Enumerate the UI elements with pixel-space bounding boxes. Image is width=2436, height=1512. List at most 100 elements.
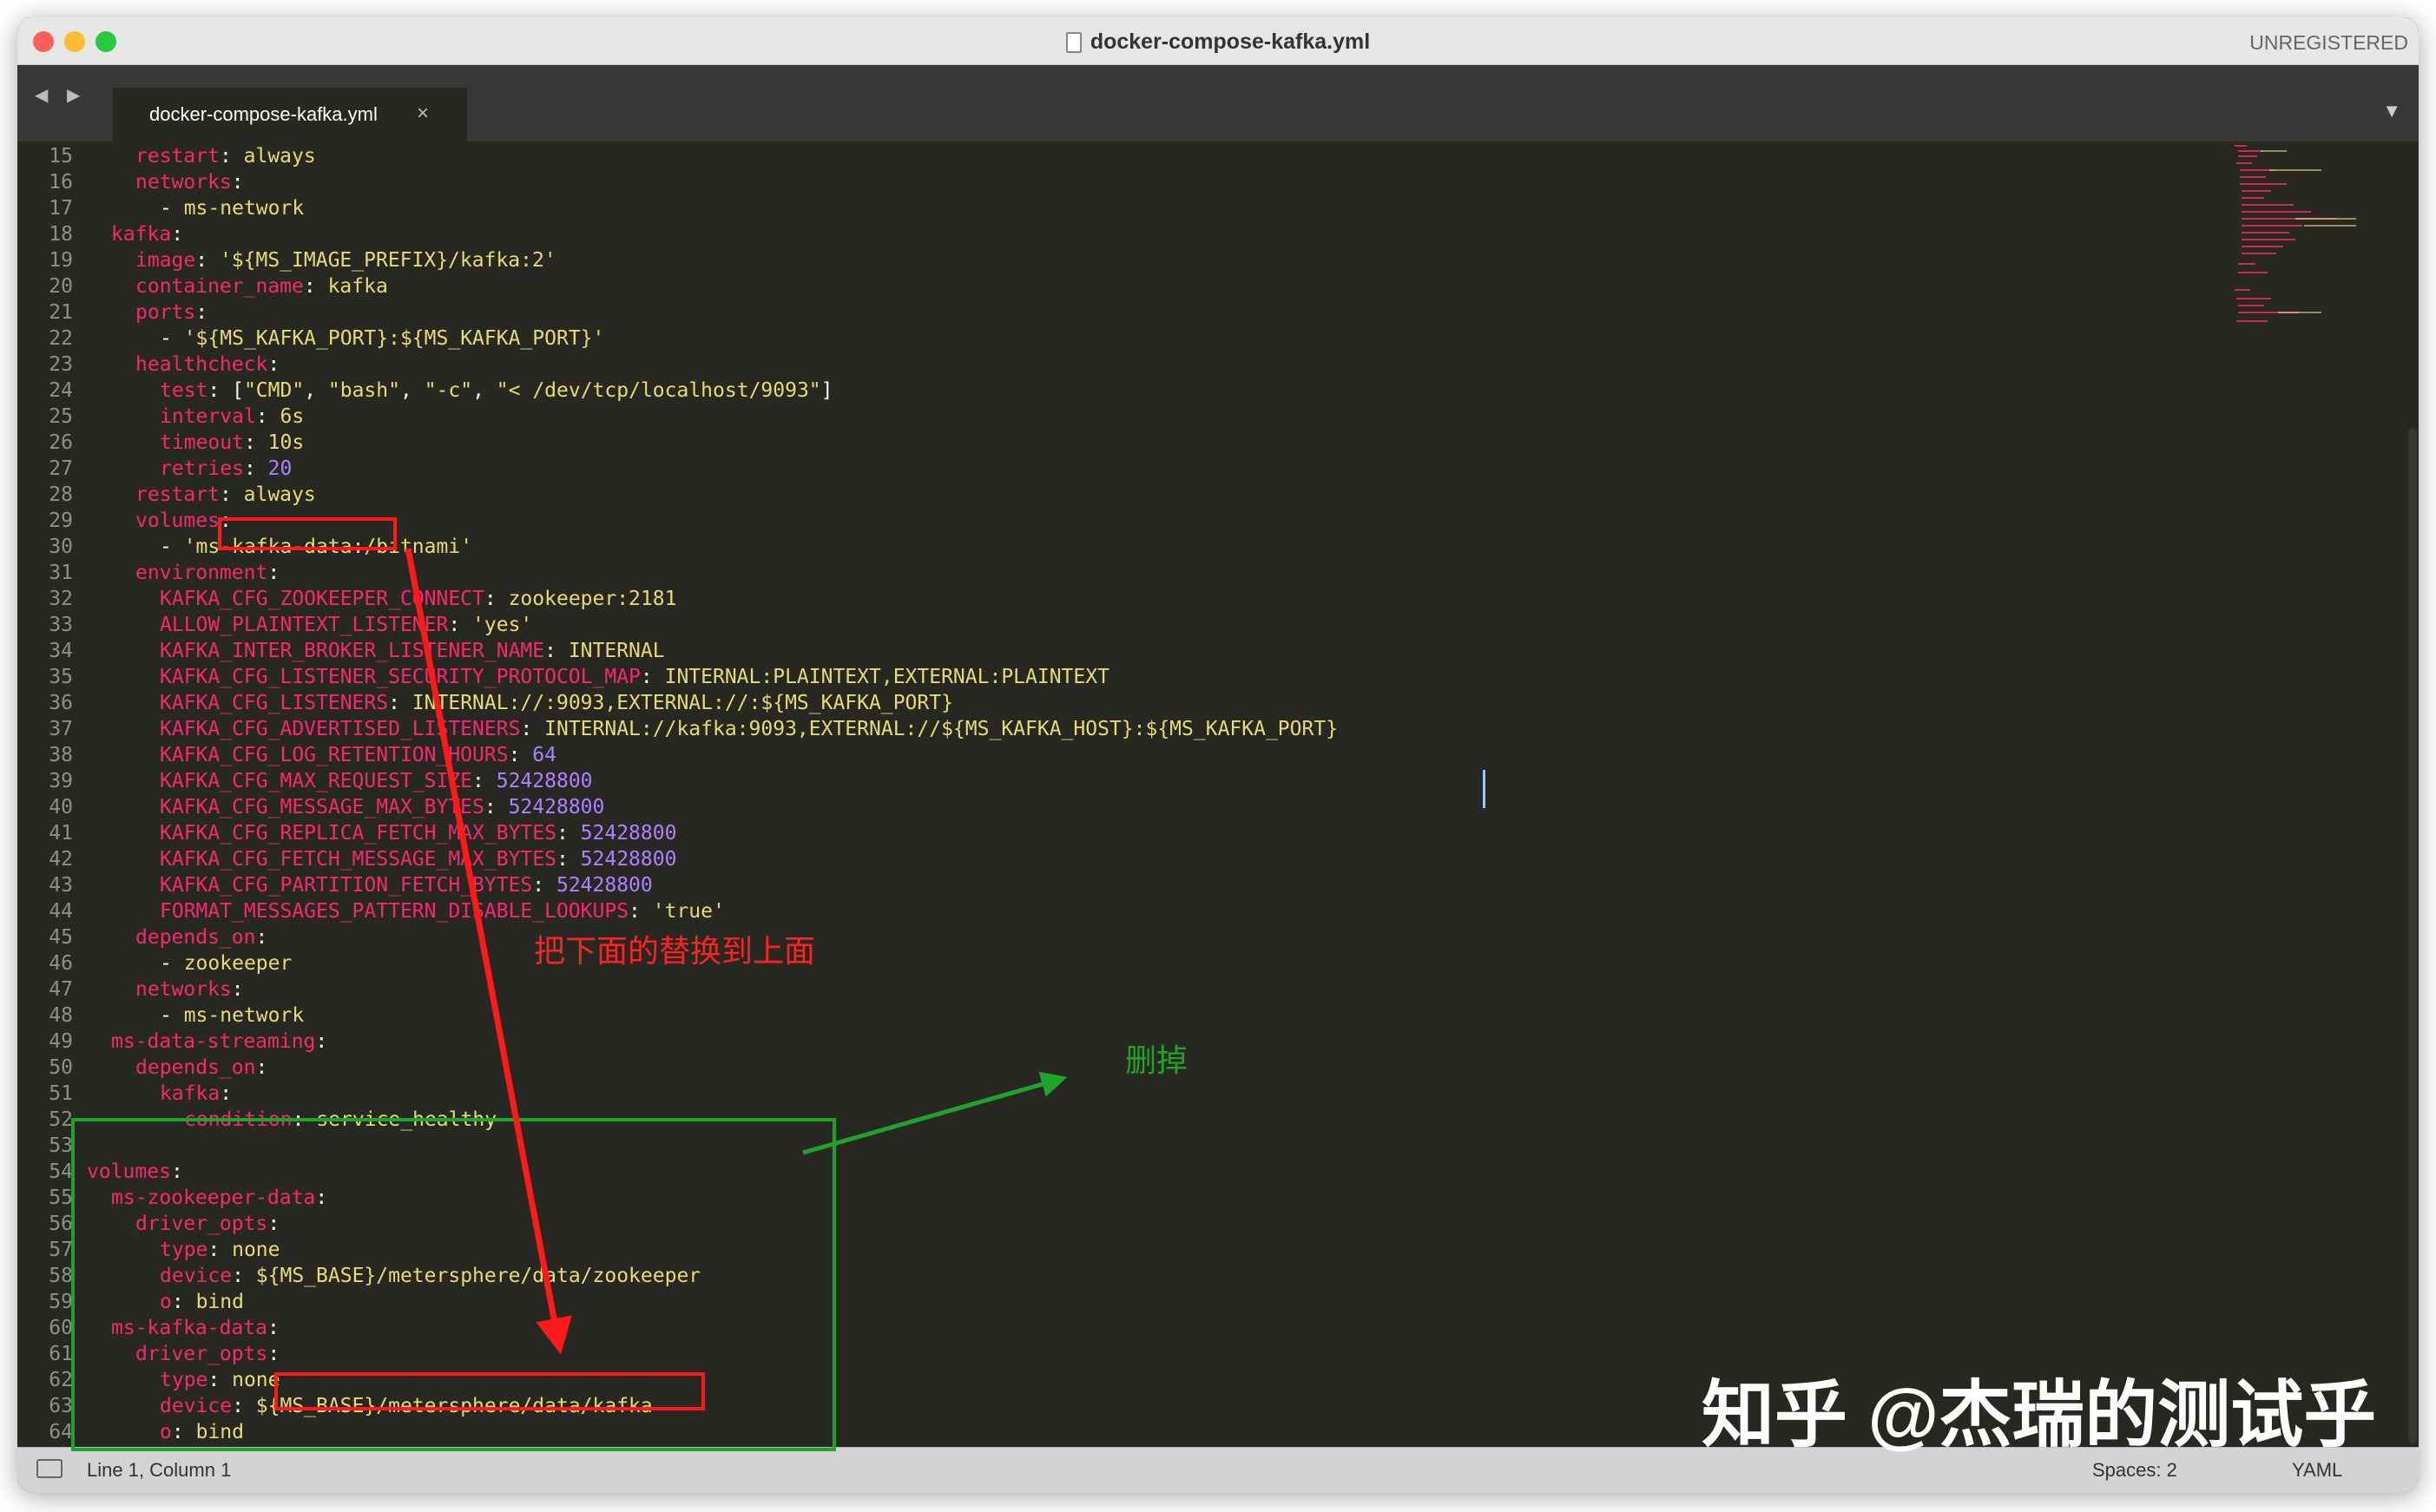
line-number: 18 (49, 223, 73, 246)
code-line[interactable]: kafka: (160, 1081, 232, 1107)
code-line[interactable]: environment: (135, 560, 280, 586)
code-line[interactable]: KAFKA_CFG_MAX_REQUEST_SIZE: 52428800 (160, 768, 593, 794)
yaml-punctuation: : (231, 171, 244, 194)
line-number: 23 (49, 353, 73, 376)
line-number: 51 (49, 1082, 73, 1105)
code-line[interactable]: test: ["CMD", "bash", "-c", "< /dev/tcp/… (160, 378, 833, 404)
yaml-key: networks (135, 171, 232, 194)
code-line[interactable]: o: bind (160, 1289, 244, 1315)
yaml-key: type (160, 1369, 208, 1391)
line-number: 29 (49, 509, 73, 532)
code-line[interactable]: KAFKA_CFG_LOG_RETENTION_HOURS: 64 (160, 742, 556, 768)
line-number: 26 (49, 431, 73, 454)
code-line[interactable]: KAFKA_CFG_LISTENERS: INTERNAL://:9093,EX… (160, 690, 953, 716)
code-line[interactable]: KAFKA_CFG_LISTENER_SECURITY_PROTOCOL_MAP… (160, 664, 1109, 690)
code-line[interactable]: healthcheck: (135, 352, 280, 378)
code-line[interactable]: o: bind (160, 1419, 244, 1445)
code-line[interactable]: networks: (135, 169, 244, 195)
yaml-value: 6s (280, 405, 305, 428)
code-line[interactable]: ports: (135, 299, 207, 325)
line-number: 24 (49, 379, 73, 402)
yaml-key: driver_opts (135, 1213, 268, 1235)
code-line[interactable]: driver_opts: (135, 1211, 280, 1237)
yaml-key: ms-data-streaming (111, 1030, 316, 1053)
code-line[interactable]: - '${MS_KAFKA_PORT}:${MS_KAFKA_PORT}' (160, 325, 604, 352)
code-editor[interactable]: 15 16 17 18 19 20 21 22 23 24 25 26 27 28 29 30 31 32 33 34… (17, 141, 2419, 1448)
code-line[interactable]: timeout: 10s (160, 430, 304, 456)
yaml-punctuation: : (315, 1187, 328, 1209)
yaml-punctuation: : (255, 926, 268, 949)
code-line[interactable]: FORMAT_MESSAGES_PATTERN_DISABLE_LOOKUPS:… (160, 898, 725, 924)
tab-docker-compose-kafka[interactable]: docker-compose-kafka.yml × (113, 88, 467, 141)
syntax-selector[interactable]: YAML (2292, 1459, 2342, 1482)
code-line[interactable]: image: '${MS_IMAGE_PREFIX}/kafka:2' (135, 247, 556, 273)
yaml-value: 'ms-kafka-data:/bitnami' (183, 536, 473, 558)
yaml-punctuation: : (243, 457, 268, 480)
yaml-punctuation: : (195, 249, 220, 272)
line-number: 50 (49, 1056, 73, 1079)
code-line[interactable]: ms-data-streaming: (111, 1029, 327, 1055)
code-line[interactable]: retries: 20 (160, 456, 292, 482)
tab-menu-chevron-icon[interactable]: ▼ (2382, 100, 2401, 122)
yaml-value: kafka (327, 275, 388, 298)
code-area[interactable]: restart: always networks: - ms-network kafk… (73, 141, 2419, 1448)
code-line[interactable]: depends_on: (135, 924, 267, 950)
code-line[interactable]: - ms-network (160, 195, 304, 221)
code-line[interactable]: type: none (160, 1237, 280, 1263)
indentation-setting[interactable]: Spaces: 2 (2092, 1459, 2177, 1482)
yaml-punctuation: : (171, 1421, 196, 1443)
code-line[interactable]: - 'ms-kafka-data:/bitnami' (160, 534, 472, 560)
cursor-position[interactable]: Line 1, Column 1 (87, 1459, 231, 1482)
code-line[interactable]: volumes: (87, 1159, 183, 1185)
line-number: 32 (49, 588, 73, 610)
yaml-punctuation: : (556, 848, 581, 871)
line-number: 52 (49, 1108, 73, 1131)
code-line[interactable]: type: none (160, 1367, 280, 1393)
line-number: 22 (49, 327, 73, 350)
code-line[interactable]: device: ${MS_BASE}/metersphere/data/zook… (160, 1263, 701, 1289)
code-line[interactable]: KAFKA_CFG_ZOOKEEPER_CONNECT: zookeeper:2… (160, 586, 676, 612)
line-number: 42 (49, 848, 73, 871)
code-line[interactable]: driver_opts: (135, 1341, 280, 1367)
code-line[interactable]: networks: (135, 976, 244, 1003)
code-line[interactable]: ALLOW_PLAINTEXT_LISTENER: 'yes' (160, 612, 532, 638)
yaml-value: ms-network (183, 1004, 305, 1027)
code-line[interactable]: KAFKA_INTER_BROKER_LISTENER_NAME: INTERN… (160, 638, 665, 664)
minimap[interactable] (2226, 141, 2408, 402)
code-line[interactable]: KAFKA_CFG_REPLICA_FETCH_MAX_BYTES: 52428… (160, 820, 676, 846)
code-line[interactable]: KAFKA_CFG_FETCH_MESSAGE_MAX_BYTES: 52428… (160, 846, 676, 872)
code-line[interactable]: restart: always (135, 143, 316, 169)
yaml-punctuation: : (267, 1317, 280, 1339)
yaml-number: 52428800 (580, 822, 677, 845)
yaml-punctuation: : (195, 301, 208, 324)
code-line[interactable]: KAFKA_CFG_MESSAGE_MAX_BYTES: 52428800 (160, 794, 604, 820)
code-line[interactable]: interval: 6s (160, 404, 304, 430)
code-line[interactable]: ms-zookeeper-data: (111, 1185, 327, 1211)
yaml-key: KAFKA_INTER_BROKER_LISTENER_NAME (160, 640, 545, 662)
code-line[interactable]: - zookeeper (160, 950, 292, 976)
code-line[interactable]: KAFKA_CFG_PARTITION_FETCH_BYTES: 5242880… (160, 872, 653, 898)
window-title: docker-compose-kafka.yml (17, 30, 2419, 55)
code-line[interactable]: container_name: kafka (135, 273, 388, 299)
yaml-punctuation: : (315, 1030, 328, 1053)
panel-toggle-icon[interactable] (36, 1459, 63, 1478)
code-line[interactable]: depends_on: (135, 1055, 267, 1081)
watermark: 知乎 @杰瑞的测试乎 (1702, 1374, 2377, 1456)
yaml-key: KAFKA_CFG_ADVERTISED_LISTENERS (160, 718, 521, 740)
text-cursor (1483, 770, 1485, 808)
minimap-preview (2235, 145, 2356, 322)
vertical-scrollbar[interactable] (2408, 428, 2417, 1443)
code-line[interactable]: - ms-network (160, 1003, 304, 1029)
yaml-value: none (232, 1239, 280, 1261)
code-line[interactable]: restart: always (135, 482, 316, 508)
code-line[interactable]: KAFKA_CFG_ADVERTISED_LISTENERS: INTERNAL… (160, 716, 1338, 742)
code-line[interactable]: ms-kafka-data: (111, 1315, 280, 1341)
code-line[interactable]: condition: service_healthy (184, 1107, 497, 1133)
tab-nav-arrows-icon[interactable]: ◀ ▶ (35, 84, 87, 106)
line-number: 20 (49, 275, 73, 298)
code-line[interactable]: device: ${MS_BASE}/metersphere/data/kafk… (160, 1393, 653, 1419)
code-line[interactable]: kafka: (111, 221, 183, 247)
yaml-key: KAFKA_CFG_LOG_RETENTION_HOURS (160, 744, 509, 766)
code-line[interactable]: volumes: (135, 508, 232, 534)
tab-close-icon[interactable]: × (417, 102, 429, 126)
